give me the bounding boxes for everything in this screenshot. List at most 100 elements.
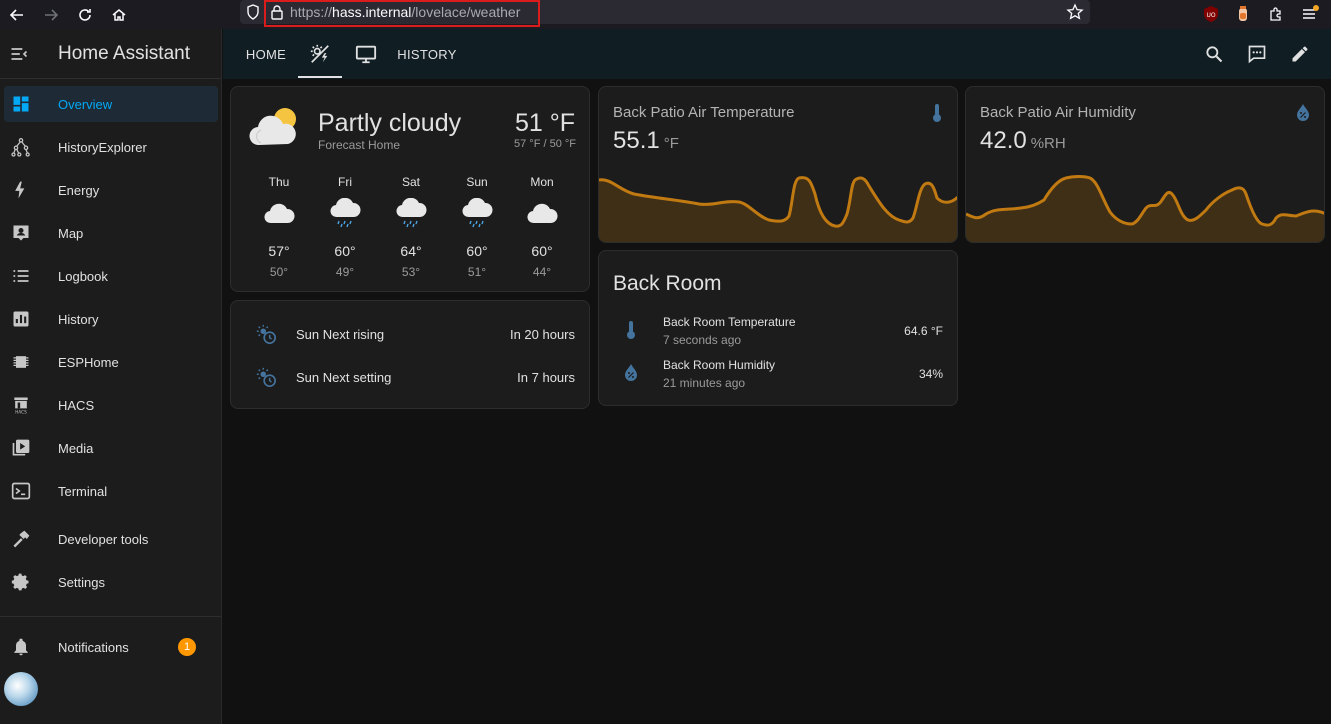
- weather-entity-name: Forecast Home: [318, 138, 401, 152]
- sidebar-item-developer-tools[interactable]: Developer tools: [4, 521, 218, 557]
- sun-next-setting-row[interactable]: Sun Next setting In 7 hours: [231, 357, 589, 397]
- tab-history[interactable]: HISTORY: [395, 29, 459, 79]
- forecast-low: 51°: [467, 265, 487, 279]
- sidebar-item-label: Terminal: [58, 483, 108, 499]
- back-room-card: Back Room Back Room Temperature 7 second…: [598, 250, 958, 406]
- forecast-high: 64°: [400, 243, 422, 259]
- lock-icon: [270, 4, 284, 20]
- reload-icon: [79, 8, 91, 21]
- tab-weather[interactable]: [298, 29, 342, 79]
- sidebar-header: Home Assistant: [0, 29, 221, 79]
- format-list-bulleted-icon: [13, 270, 29, 282]
- app-menu-icon[interactable]: [1299, 3, 1321, 25]
- sensor-unit: °F: [663, 135, 679, 152]
- arrow-left-icon: [9, 8, 23, 21]
- svg-text:HACS: HACS: [15, 409, 27, 414]
- reload-button[interactable]: [68, 0, 102, 29]
- sidebar-item-label: Energy: [58, 182, 100, 198]
- sensor-unit: %RH: [1030, 135, 1066, 152]
- sun-next-rising-row[interactable]: Sun Next rising In 20 hours: [231, 314, 589, 354]
- cloudy-icon: [249, 193, 309, 233]
- chip-icon: [13, 356, 29, 368]
- sidebar-item-historyexplorer[interactable]: HistoryExplorer: [4, 129, 218, 165]
- ublock-icon[interactable]: UO: [1200, 3, 1222, 25]
- svg-text:UO: UO: [1206, 12, 1215, 19]
- sidebar-item-history[interactable]: History: [4, 301, 218, 337]
- app-toolbar: HOME HISTORY: [223, 29, 1331, 79]
- sidebar-item-terminal[interactable]: Terminal: [4, 473, 218, 509]
- back-button[interactable]: [0, 0, 34, 29]
- sensor-value: 42.0 %RH: [980, 127, 1066, 155]
- view-dashboard-icon: [13, 96, 29, 112]
- humidity-sparkline: [966, 175, 1324, 242]
- extension-jar-icon[interactable]: [1232, 3, 1254, 25]
- forecast-day: Sun 60° 51°: [447, 175, 507, 279]
- shield-icon: [246, 4, 260, 20]
- forecast-low: 53°: [401, 265, 421, 279]
- temperature-range: 57 °F / 50 °F: [514, 138, 576, 150]
- weather-partly-lightning-icon: [310, 44, 329, 63]
- search-button[interactable]: [1202, 42, 1226, 66]
- sidebar-item-energy[interactable]: Energy: [4, 172, 218, 208]
- forecast-high: 60°: [531, 243, 553, 259]
- url-scheme: https://: [290, 4, 333, 20]
- home-button[interactable]: [102, 0, 136, 29]
- water-percent-icon: [619, 363, 643, 381]
- sidebar-item-media[interactable]: Media: [4, 430, 218, 466]
- comment-processing-icon: [1248, 45, 1266, 64]
- notification-badge: 1: [178, 638, 196, 656]
- menu-toggle-button[interactable]: [0, 29, 38, 79]
- tab-home[interactable]: HOME: [237, 29, 295, 79]
- forecast-day: Mon 60° 44°: [512, 175, 572, 279]
- entity-last-changed: 21 minutes ago: [663, 376, 746, 390]
- sun-rising-value: In 20 hours: [509, 326, 575, 342]
- extensions-puzzle-icon[interactable]: [1265, 3, 1287, 25]
- sidebar-item-overview[interactable]: Overview: [4, 86, 218, 122]
- graph-tree-icon: [11, 138, 30, 157]
- sidebar-item-label: Overview: [58, 96, 113, 112]
- sidebar-item-logbook[interactable]: Logbook: [4, 258, 218, 294]
- patio-temperature-card[interactable]: Back Patio Air Temperature 55.1 °F: [598, 86, 958, 243]
- sun-rising-label: Sun Next rising: [296, 326, 385, 342]
- sun-clock-icon: [256, 367, 276, 387]
- sun-entities-card: Sun Next rising In 20 hours Sun Next set…: [230, 300, 590, 409]
- sidebar-item-label: History: [58, 311, 99, 327]
- sidebar-item-hacs[interactable]: HACS HACS: [4, 387, 218, 423]
- bell-icon: [14, 638, 28, 656]
- sidebar-item-settings[interactable]: Settings: [4, 564, 218, 600]
- tab-monitor[interactable]: [344, 29, 388, 79]
- pencil-icon: [1292, 46, 1308, 62]
- forward-button[interactable]: [34, 0, 68, 29]
- browser-toolbar: https://hass.internal/lovelace/weather U…: [0, 0, 1331, 29]
- bookmark-star-icon[interactable]: [1066, 3, 1084, 21]
- rainy-icon: [381, 193, 441, 233]
- url-bar[interactable]: https://hass.internal/lovelace/weather: [240, 0, 1090, 27]
- thermometer-icon: [931, 103, 943, 123]
- back-room-humidity-row[interactable]: Back Room Humidity 21 minutes ago 34%: [599, 354, 957, 394]
- entity-name: Back Room Temperature: [663, 315, 796, 329]
- search-icon: [1206, 46, 1223, 63]
- assist-button[interactable]: [1245, 42, 1269, 66]
- forecast-day-label: Fri: [338, 175, 352, 189]
- sidebar-item-label: Map: [58, 225, 84, 241]
- weather-condition: Partly cloudy: [318, 109, 462, 137]
- forecast-low: 49°: [335, 265, 355, 279]
- patio-humidity-card[interactable]: Back Patio Air Humidity 42.0 %RH: [965, 86, 1325, 243]
- sidebar: Home Assistant Overview HistoryExplorer …: [0, 29, 222, 724]
- sensor-value-number: 55.1: [613, 127, 660, 154]
- sidebar-item-map[interactable]: Map: [4, 215, 218, 251]
- user-avatar[interactable]: [4, 672, 38, 706]
- weather-forecast-card[interactable]: Partly cloudy Forecast Home 51 °F 57 °F …: [230, 86, 590, 292]
- sidebar-title: Home Assistant: [58, 42, 190, 64]
- console-icon: [11, 482, 31, 500]
- menu-open-icon: [11, 47, 28, 60]
- active-tab-indicator: [298, 76, 342, 78]
- forecast-day: Sat 64° 53°: [381, 175, 441, 279]
- forecast-low: 50°: [269, 265, 289, 279]
- back-room-temperature-row[interactable]: Back Room Temperature 7 seconds ago 64.6…: [599, 311, 957, 351]
- edit-dashboard-button[interactable]: [1288, 42, 1312, 66]
- url-text[interactable]: https://hass.internal/lovelace/weather: [290, 4, 520, 20]
- forecast-day: Thu 57° 50°: [249, 175, 309, 279]
- forecast-high: 57°: [268, 243, 290, 259]
- sidebar-item-esphome[interactable]: ESPHome: [4, 344, 218, 380]
